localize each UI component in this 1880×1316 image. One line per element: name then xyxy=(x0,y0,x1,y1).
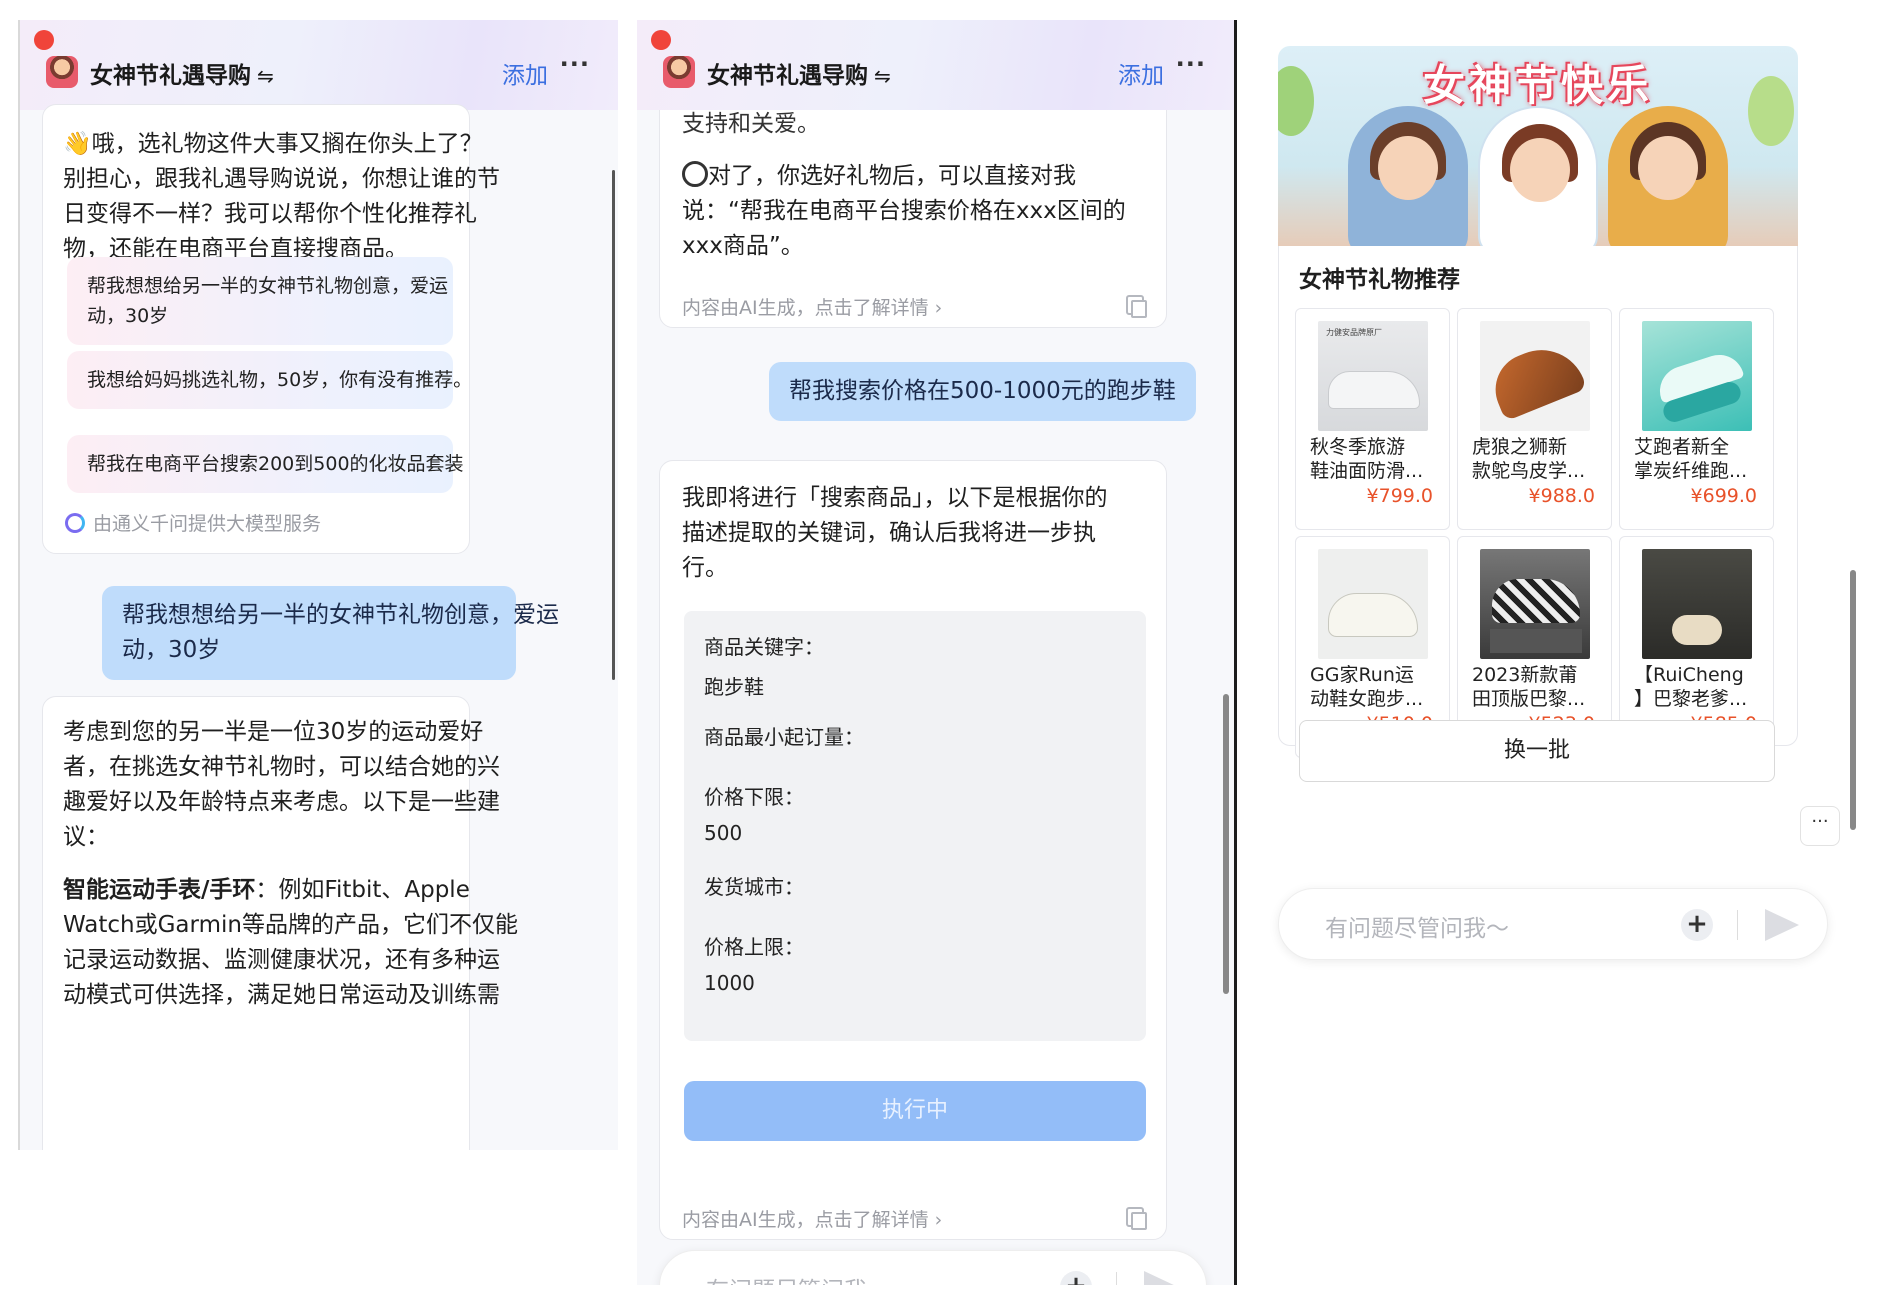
chat-header: 女神节礼遇导购 ⇋ 添加 ··· xyxy=(637,20,1234,110)
more-icon[interactable]: ··· xyxy=(560,50,590,78)
tip-text: 对了，你选好礼物后，可以直接对我 说：“帮我在电商平台搜索价格在xxx区间的 x… xyxy=(682,161,1126,259)
product-card[interactable]: 力健安品牌原厂 秋冬季旅游 鞋油面防滑... ¥799.0 xyxy=(1295,308,1450,530)
keyword-box: 商品关键字： 跑步鞋 商品最小起订量： 价格下限： 500 发货城市： 价格上限… xyxy=(684,611,1146,1041)
figure-athlete-icon xyxy=(1608,106,1728,246)
confirm-text: 我即将进行「搜索商品」，以下是根据你的 描述提取的关键词，确认后我将进一步执 行… xyxy=(682,485,1108,581)
gift-recommend-panel: 女神节快乐 女神节礼物推荐 力健安品牌原厂 秋冬季旅游 鞋油面防滑... ¥799… xyxy=(1258,20,1860,990)
more-icon[interactable]: ··· xyxy=(1176,50,1206,78)
add-button[interactable]: 添加 xyxy=(1118,56,1164,90)
product-card[interactable]: 虎狼之狮新 款鸵鸟皮学... ¥988.0 xyxy=(1457,308,1612,530)
chat-input[interactable]: 有问题尽管问我～ + xyxy=(1278,888,1828,960)
suggestion-chip[interactable]: 帮我在电商平台搜索200到500的化妆品套装 xyxy=(67,435,464,493)
assistant-title[interactable]: 女神节礼遇导购 ⇋ xyxy=(707,56,891,90)
search-confirm-card: 我即将进行「搜索商品」，以下是根据你的 描述提取的关键词，确认后我将进一步执 行… xyxy=(659,460,1167,1240)
refresh-button[interactable]: 换一批 xyxy=(1299,720,1775,782)
product-image-sneaker-white: 力健安品牌原厂 xyxy=(1318,321,1428,431)
intro-text: 👋哦，选礼物这件大事又搁在你头上了？ 别担心，跟我礼遇导购说说，你想让谁的节 日… xyxy=(63,131,500,262)
send-icon[interactable] xyxy=(1765,909,1799,941)
assistant-avatar-icon xyxy=(46,56,78,88)
product-card[interactable]: 艾跑者新全 掌炭纤维跑... ¥699.0 xyxy=(1619,308,1774,530)
chat-header: 女神节礼遇导购 ⇋ 添加 ··· xyxy=(20,20,618,110)
copy-icon[interactable] xyxy=(1126,1207,1147,1230)
price-max-label: 价格上限： xyxy=(704,935,804,959)
ai-disclaimer-link[interactable]: 内容由AI生成，点击了解详情 › xyxy=(682,293,942,320)
assistant-reply-card: 考虑到您的另一半是一位30岁的运动爱好 者，在挑选女神节礼物时，可以结合她的兴 … xyxy=(42,696,518,1150)
product-name: GG家Run运 动鞋女跑步... xyxy=(1310,664,1424,710)
copy-icon[interactable] xyxy=(1126,295,1147,318)
suggestion-chip[interactable]: 帮我想想给另一半的女神节礼物创意，爱运 动，30岁 xyxy=(67,257,453,345)
product-name: 虎狼之狮新 款鸵鸟皮学... xyxy=(1472,436,1586,482)
plus-icon[interactable]: + xyxy=(1060,1271,1092,1285)
moq-label: 商品最小起订量： xyxy=(704,725,864,749)
product-image-sneaker-black xyxy=(1480,549,1590,659)
executing-button[interactable]: 执行中 xyxy=(684,1081,1146,1141)
provider-note: 由通义千问提供大模型服务 xyxy=(65,509,321,536)
product-price: ¥799.0 xyxy=(1366,485,1433,507)
product-image-sneaker-dad xyxy=(1642,549,1752,659)
keyword-value: 跑步鞋 xyxy=(704,675,764,699)
product-image-sneaker-brown xyxy=(1480,321,1590,431)
chat-panel-middle: 支持和关爱。 对了，你选好礼物后，可以直接对我 说：“帮我在电商平台搜索价格在x… xyxy=(637,20,1237,1285)
keyword-label: 商品关键字： xyxy=(704,635,824,659)
user-message-bubble: 帮我搜索价格在500-1000元的跑步鞋 xyxy=(769,362,1196,421)
user-message-bubble: 帮我想想给另一半的女神节礼物创意，爱运 动，30岁 xyxy=(102,586,559,680)
input-divider xyxy=(1116,1272,1117,1285)
cut-off-line: 支持和关爱。 xyxy=(682,111,820,137)
product-image-sneaker-teal xyxy=(1642,321,1752,431)
chat-panel-left: 女神节礼遇导购 ⇋ 添加 ··· 👋哦，选礼物这件大事又搁在你头上了？ 别担心，跟… xyxy=(18,20,618,1150)
product-name: 艾跑者新全 掌炭纤维跑... xyxy=(1634,436,1748,482)
input-placeholder: 有问题尽管问我～ xyxy=(1325,916,1509,942)
product-image-sneaker-cream xyxy=(1318,549,1428,659)
add-button[interactable]: 添加 xyxy=(502,56,548,90)
input-divider xyxy=(1737,910,1738,940)
switch-icon[interactable]: ⇋ xyxy=(257,64,274,88)
product-name: 2023新款莆 田顶版巴黎... xyxy=(1472,664,1586,710)
product-price: ¥699.0 xyxy=(1690,485,1757,507)
price-min-label: 价格下限： xyxy=(704,785,804,809)
banner-title: 女神节快乐 xyxy=(1422,61,1653,110)
scrollbar[interactable] xyxy=(1850,570,1856,830)
recommend-section: 女神节礼物推荐 力健安品牌原厂 秋冬季旅游 鞋油面防滑... ¥799.0 虎狼之… xyxy=(1278,246,1798,782)
product-price: ¥988.0 xyxy=(1528,485,1595,507)
plus-icon[interactable]: + xyxy=(1681,909,1713,941)
switch-icon[interactable]: ⇋ xyxy=(874,64,891,88)
reply-item-title: 智能运动手表/手环 xyxy=(63,877,256,903)
more-options-icon[interactable]: ··· xyxy=(1800,806,1840,846)
tongyi-logo-icon xyxy=(65,512,85,533)
scrollbar[interactable] xyxy=(1223,694,1229,994)
search-icon xyxy=(682,161,708,187)
city-label: 发货城市： xyxy=(704,875,804,899)
figure-doctor-icon xyxy=(1478,106,1598,246)
reply-text: 考虑到您的另一半是一位30岁的运动爱好 者，在挑选女神节礼物时，可以结合她的兴 … xyxy=(63,719,518,1008)
suggestion-chip[interactable]: 我想给妈妈挑选礼物，50岁，你有没有推荐。 xyxy=(67,351,472,409)
wave-icon: 👋 xyxy=(63,131,92,157)
close-dot-icon[interactable] xyxy=(651,30,671,50)
price-max-value: 1000 xyxy=(704,971,755,995)
close-dot-icon[interactable] xyxy=(34,30,54,50)
send-icon[interactable] xyxy=(1144,1271,1178,1285)
assistant-avatar-icon xyxy=(663,56,695,88)
assistant-title[interactable]: 女神节礼遇导购 ⇋ xyxy=(90,56,274,90)
intro-card: 👋哦，选礼物这件大事又搁在你头上了？ 别担心，跟我礼遇导购说说，你想让谁的节 日… xyxy=(42,104,500,554)
scrollbar[interactable] xyxy=(612,170,615,680)
product-name: 【RuiCheng 】巴黎老爹... xyxy=(1634,664,1748,710)
input-placeholder: 有问题尽管问我～ xyxy=(706,1271,890,1285)
banner-image: 女神节快乐 xyxy=(1278,46,1798,246)
figure-chef-icon xyxy=(1348,106,1468,246)
price-min-value: 500 xyxy=(704,821,743,845)
section-title: 女神节礼物推荐 xyxy=(1299,267,1460,293)
ai-disclaimer-link[interactable]: 内容由AI生成，点击了解详情 › xyxy=(682,1205,942,1232)
chat-input[interactable]: 有问题尽管问我～ + xyxy=(659,1250,1207,1285)
product-name: 秋冬季旅游 鞋油面防滑... xyxy=(1310,436,1424,482)
